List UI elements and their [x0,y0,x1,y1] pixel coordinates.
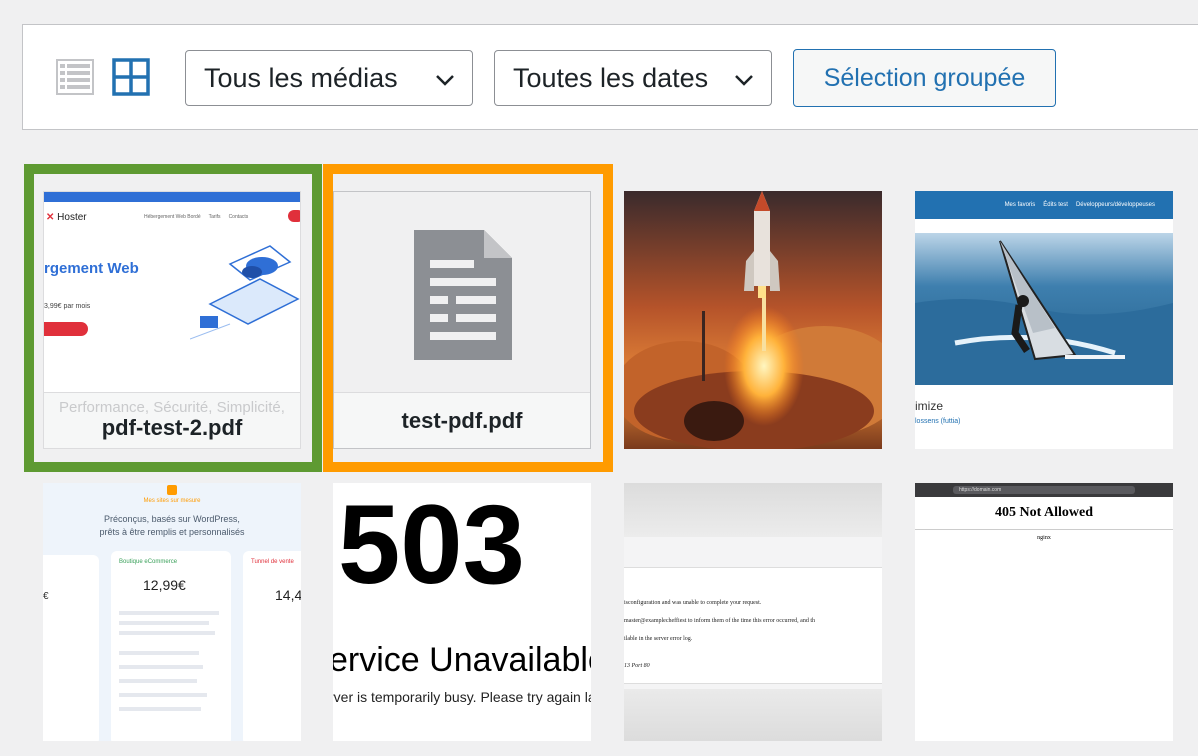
thumb-heading: rgement Web [44,260,139,277]
date-filter[interactable]: Toutes les dates [494,50,772,106]
thumb-message-box: isconfiguration and was unable to comple… [624,567,882,657]
media-type-filter[interactable]: Tous les médias [185,50,473,106]
media-item[interactable]: 503 ervice Unavailable rver is temporari… [333,483,591,741]
cloud-laptop-illustration [190,245,300,340]
thumb-admin-bar: Mes favoris Édits test Développeurs/dévelo… [915,191,1173,219]
thumb-error-title: 405 Not Allowed [995,505,1093,520]
thumb-heading: Préconçus, basés sur WordPress, prêts à … [99,514,245,537]
thumb-brand: ✕ Hoster [46,212,87,223]
thumb-cta [288,210,300,222]
media-filename: test-pdf.pdf [334,392,590,448]
list-view-button[interactable] [55,57,95,97]
media-item[interactable]: ✕ Hoster Hébergement Web Bordé Tarifs Cont… [43,191,301,449]
media-toolbar: Tous les médias Toutes les dates Sélecti… [22,24,1198,130]
thumb-button [44,322,88,336]
thumb-error-message: rver is temporarily busy. Please try aga… [333,689,591,705]
thumb-blur-band [624,483,882,537]
thumb-browser-bar: https://domain.com [915,483,1173,497]
list-view-icon [56,59,94,95]
thumb-top-banner [44,192,300,202]
media-item[interactable] [624,191,882,449]
rocket-launch-image [624,191,882,449]
thumb-link: lossens (futtia) [915,418,961,425]
date-filter-value: Toutes les dates [513,62,709,93]
document-icon [414,230,512,360]
thumb-blur-band [624,689,882,741]
grid-view-button[interactable] [111,57,151,97]
thumb-price: 3,99€ par mois [44,303,91,310]
thumb-text: imize [915,399,944,413]
thumb-footer-box: 13 Port 80 [624,655,882,684]
thumb-card: € [43,555,99,741]
thumb-error-code: 503 [338,483,525,607]
media-item[interactable]: test-pdf.pdf [333,191,591,449]
thumb-server: nginx [1037,535,1051,541]
media-item[interactable]: https://domain.com 405 Not Allowed nginx [915,483,1173,741]
thumb-footer-text: Performance, Sécurité, Simplicité, [59,399,285,416]
windsurf-photo [915,233,1173,385]
thumb-nav: Hébergement Web Bordé Tarifs Contacts [144,214,249,220]
thumb-card: Tunnel de vente 14,4 [243,551,301,741]
media-item[interactable]: isconfiguration and was unable to comple… [624,483,882,741]
thumb-card: Boutique eCommerce 12,99€ [111,551,231,741]
chevron-down-icon [436,75,454,86]
grid-view-icon [112,58,150,96]
thumb-tag-icon [167,485,177,495]
bulk-select-button[interactable]: Sélection groupée [793,49,1056,107]
thumb-divider [915,529,1173,530]
thumb-error-title: ervice Unavailable [333,641,591,679]
media-item[interactable]: Mes sites sur mesure Préconçus, basés su… [43,483,301,741]
media-item[interactable]: Mes favoris Édits test Développeurs/dévelo… [915,191,1173,449]
thumb-tag: Mes sites sur mesure [143,498,201,504]
chevron-down-icon [735,75,753,86]
media-filename: Performance, Sécurité, Simplicité, pdf-t… [44,392,300,448]
media-type-filter-value: Tous les médias [204,62,398,93]
